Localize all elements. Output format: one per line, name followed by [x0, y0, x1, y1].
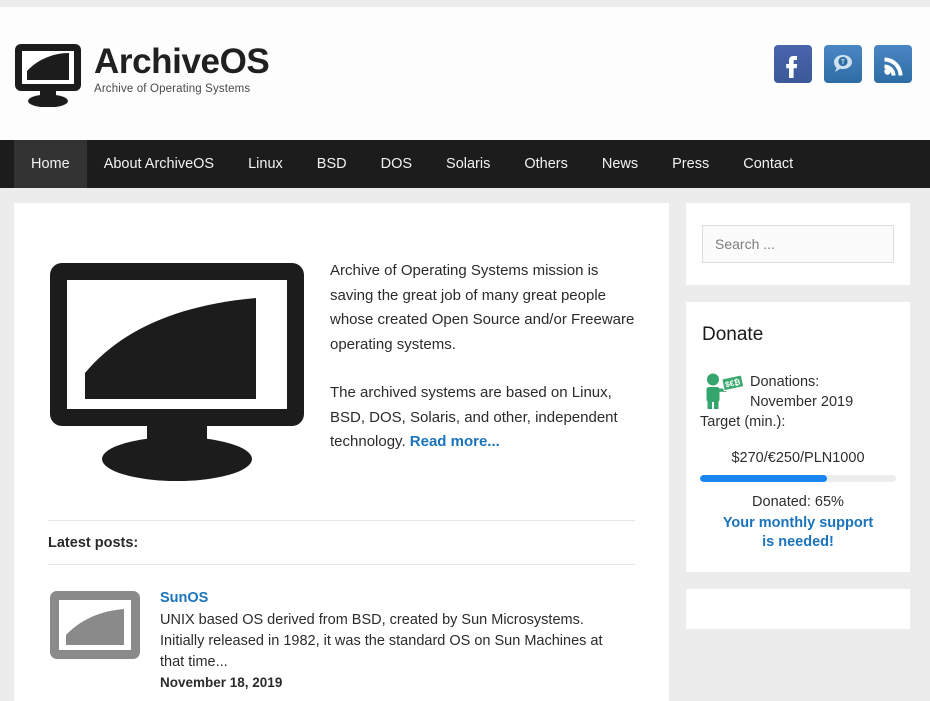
intro-section: Archive of Operating Systems mission is …	[14, 203, 669, 481]
nav-item-linux[interactable]: Linux	[231, 140, 300, 188]
facebook-icon[interactable]	[774, 45, 812, 83]
logo-title: ArchiveOS	[94, 42, 270, 81]
post-body: SunOS UNIX based OS derived from BSD, cr…	[160, 589, 630, 690]
nav-item-press[interactable]: Press	[655, 140, 726, 188]
social-links	[774, 45, 912, 83]
twitter-glyph	[824, 45, 862, 83]
support-line-2: is needed!	[762, 534, 834, 550]
rss-glyph	[874, 45, 912, 83]
list-item: SunOS UNIX based OS derived from BSD, cr…	[14, 565, 669, 690]
donation-progress-fill	[700, 475, 828, 482]
donate-heading: Donate	[702, 324, 764, 345]
main-content-card: Archive of Operating Systems mission is …	[14, 203, 669, 701]
latest-posts-heading: Latest posts:	[48, 535, 139, 551]
sidebar-widget-partial	[686, 589, 910, 629]
intro-paragraph-1: Archive of Operating Systems mission is …	[330, 262, 635, 353]
person-with-money-icon: $€₿	[700, 372, 746, 410]
twitter-icon[interactable]	[824, 45, 862, 83]
page-root: ArchiveOS Archive of Operating Systems H…	[0, 0, 930, 701]
read-more-link[interactable]: Read more...	[410, 433, 500, 450]
nav-item-bsd[interactable]: BSD	[300, 140, 364, 188]
nav-item-news[interactable]: News	[585, 140, 655, 188]
post-title-link[interactable]: SunOS	[160, 590, 208, 606]
intro-spacer	[14, 481, 669, 520]
nav-item-contact[interactable]: Contact	[726, 140, 810, 188]
donate-target-amount: $270/€250/PLN1000	[731, 450, 865, 466]
logo-text-block: ArchiveOS Archive of Operating Systems	[94, 40, 270, 95]
donate-text-block: $€₿ Donations: November 2019 Target (min…	[686, 372, 910, 432]
site-header: ArchiveOS Archive of Operating Systems	[0, 7, 930, 140]
post-date: November 18, 2019	[160, 675, 283, 690]
logo-subtitle: Archive of Operating Systems	[94, 82, 251, 95]
donated-percent-label: Donated: 65%	[752, 494, 844, 510]
donate-widget: Donate $€₿ Donations: November 2019 Targ…	[686, 302, 910, 572]
nav-item-solaris[interactable]: Solaris	[429, 140, 507, 188]
nav-item-others[interactable]: Others	[507, 140, 585, 188]
search-input[interactable]	[702, 225, 894, 263]
hero-monitor-icon	[48, 261, 306, 481]
sidebar: Donate $€₿ Donations:	[686, 203, 910, 629]
nav-item-home[interactable]: Home	[14, 140, 87, 188]
nav-item-dos[interactable]: DOS	[364, 140, 429, 188]
support-line-1: Your monthly support	[722, 515, 874, 531]
rss-icon[interactable]	[874, 45, 912, 83]
post-excerpt: UNIX based OS derived from BSD, created …	[160, 612, 603, 670]
donation-progress-bar	[700, 475, 896, 482]
nav-item-about-archiveos[interactable]: About ArchiveOS	[87, 140, 231, 188]
donate-line-3: Target (min.):	[700, 414, 786, 430]
intro-text: Archive of Operating Systems mission is …	[330, 253, 643, 481]
facebook-glyph	[774, 45, 812, 83]
donate-line-1: Donations:	[750, 374, 820, 390]
site-logo[interactable]: ArchiveOS Archive of Operating Systems	[14, 40, 270, 108]
top-strip	[0, 0, 930, 7]
intro-paragraph-2: The archived systems are based on Linux,…	[330, 381, 643, 455]
main-navigation: Home About ArchiveOS Linux BSD DOS Solar…	[0, 140, 930, 188]
monitor-thumbnail-icon[interactable]	[48, 589, 142, 661]
nav-items: Home About ArchiveOS Linux BSD DOS Solar…	[0, 140, 930, 188]
search-widget	[686, 203, 910, 285]
support-link[interactable]: Your monthly support is needed!	[686, 514, 910, 552]
monitor-icon	[14, 43, 82, 108]
donate-line-2: November 2019	[750, 394, 854, 410]
